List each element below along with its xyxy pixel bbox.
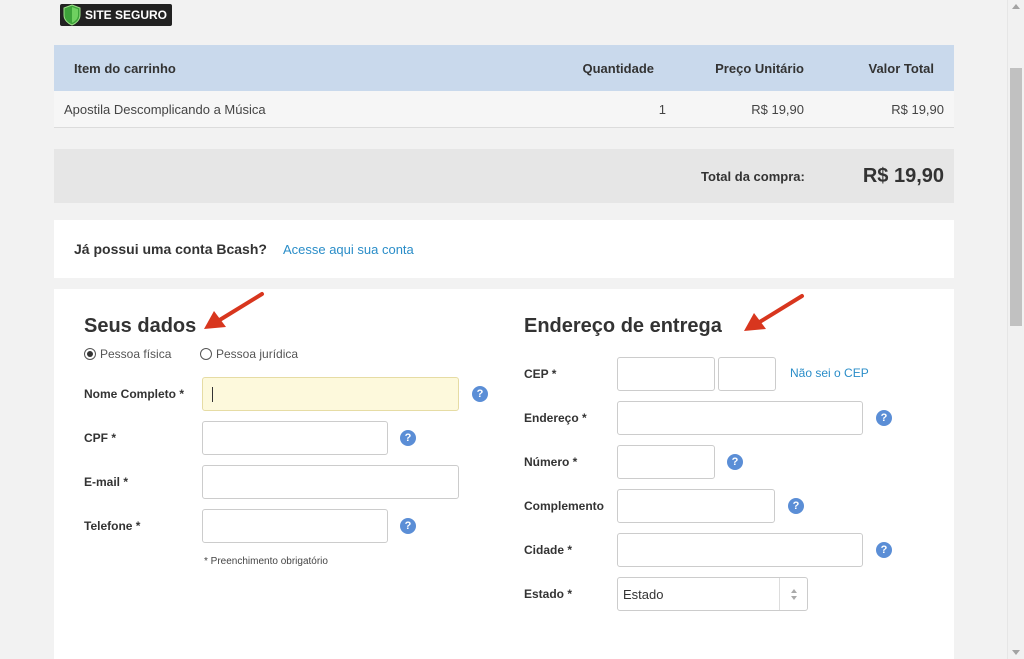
- radio-pessoa-juridica[interactable]: Pessoa jurídica: [200, 347, 298, 361]
- cep-lookup-link[interactable]: Não sei o CEP: [790, 366, 869, 380]
- radio-selected-icon[interactable]: [84, 348, 96, 360]
- state-selected-value: Estado: [623, 586, 664, 602]
- badge-label: SITE SEGURO: [85, 8, 168, 22]
- radio-label: Pessoa jurídica: [216, 347, 299, 361]
- city-input[interactable]: [617, 533, 863, 567]
- delivery-section-title: Endereço de entrega: [524, 315, 722, 337]
- radio-label: Pessoa física: [100, 347, 172, 361]
- login-link[interactable]: Acesse aqui sua conta: [283, 242, 414, 257]
- row-qty: 1: [658, 101, 666, 117]
- complement-input[interactable]: [617, 489, 775, 523]
- scroll-up-icon[interactable]: [1012, 4, 1020, 9]
- personal-section-title: Seus dados: [84, 315, 197, 337]
- number-help-icon[interactable]: ?: [727, 454, 743, 470]
- address-help-icon[interactable]: ?: [876, 410, 892, 426]
- red-arrow-icon: [204, 292, 264, 329]
- address-label: Endereço *: [524, 411, 587, 425]
- account-question: Já possui uma conta Bcash?: [74, 241, 267, 257]
- state-select[interactable]: Estado: [617, 577, 808, 611]
- cep-input-1[interactable]: [617, 357, 715, 391]
- address-input[interactable]: [617, 401, 863, 435]
- header-unit-price: Preço Unitário: [715, 60, 804, 76]
- scroll-down-icon[interactable]: [1012, 650, 1020, 655]
- name-help-icon[interactable]: ?: [472, 386, 488, 402]
- cpf-label: CPF *: [84, 431, 117, 445]
- name-input[interactable]: [202, 377, 459, 411]
- page-scrollbar[interactable]: [1007, 0, 1024, 659]
- required-note: * Preenchimento obrigatório: [204, 556, 328, 567]
- phone-input[interactable]: [202, 509, 388, 543]
- city-label: Cidade *: [524, 543, 573, 557]
- number-input[interactable]: [617, 445, 715, 479]
- checkout-form: Seus dados Pessoa física Pessoa jurídica…: [54, 289, 954, 659]
- account-bar: Já possui uma conta Bcash? Acesse aqui s…: [54, 220, 954, 278]
- email-input[interactable]: [202, 465, 459, 499]
- header-total: Valor Total: [868, 60, 935, 76]
- row-unit-price: R$ 19,90: [751, 101, 804, 117]
- header-qty: Quantidade: [582, 60, 654, 76]
- phone-label: Telefone *: [84, 519, 141, 533]
- cart-header-row: Item do carrinho Quantidade Preço Unitár…: [54, 45, 954, 91]
- cep-label: CEP *: [524, 367, 557, 381]
- cpf-input[interactable]: [202, 421, 388, 455]
- header-item: Item do carrinho: [74, 60, 176, 76]
- cart-table: Item do carrinho Quantidade Preço Unitár…: [54, 45, 954, 128]
- city-help-icon[interactable]: ?: [876, 542, 892, 558]
- state-label: Estado *: [524, 587, 573, 601]
- red-arrow-icon: [744, 294, 804, 331]
- cpf-help-icon[interactable]: ?: [400, 430, 416, 446]
- name-label: Nome Completo *: [84, 387, 185, 401]
- email-label: E-mail *: [84, 475, 129, 489]
- radio-unselected-icon[interactable]: [200, 348, 212, 360]
- row-item: Apostila Descomplicando a Música: [64, 101, 266, 117]
- cep-input-2[interactable]: [718, 357, 776, 391]
- table-row: Apostila Descomplicando a Música 1 R$ 19…: [54, 91, 954, 128]
- site-seguro-badge: SITE SEGURO: [60, 4, 173, 26]
- select-spinner-icon[interactable]: [779, 578, 807, 610]
- total-value: R$ 19,90: [862, 164, 944, 187]
- radio-pessoa-fisica[interactable]: Pessoa física: [84, 347, 171, 361]
- total-label: Total da compra:: [701, 168, 805, 184]
- number-label: Número *: [524, 455, 578, 469]
- shield-icon: [63, 4, 81, 26]
- scroll-thumb[interactable]: [1010, 68, 1022, 326]
- complement-help-icon[interactable]: ?: [788, 498, 804, 514]
- complement-label: Complemento: [524, 499, 605, 513]
- cart-total-bar: Total da compra: R$ 19,90: [54, 149, 954, 203]
- phone-help-icon[interactable]: ?: [400, 518, 416, 534]
- row-total: R$ 19,90: [891, 101, 944, 117]
